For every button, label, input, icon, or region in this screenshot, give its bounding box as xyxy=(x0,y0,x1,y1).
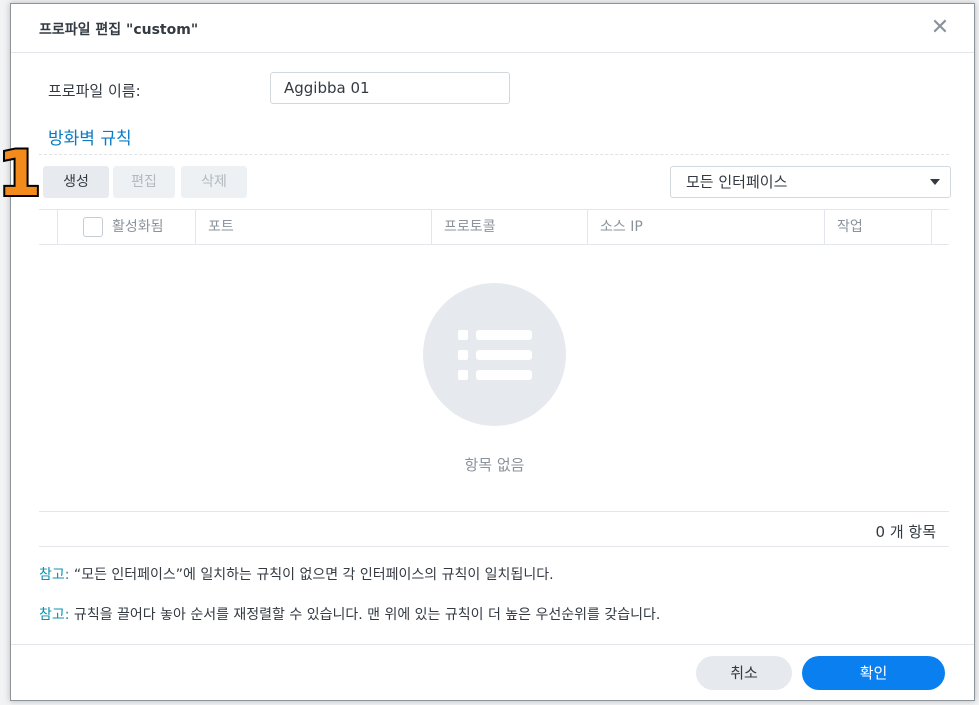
column-enabled-label: 활성화됨 xyxy=(112,219,164,235)
dialog-title: 프로파일 편집 "custom" xyxy=(39,22,199,38)
column-protocol[interactable]: 프로토콜 xyxy=(431,210,587,244)
select-all-checkbox[interactable] xyxy=(83,217,103,237)
column-source-ip[interactable]: 소스 IP xyxy=(587,210,824,244)
count-divider xyxy=(39,546,949,547)
item-count: 0 개 항목 xyxy=(875,523,936,541)
ok-button[interactable]: 확인 xyxy=(802,656,945,690)
empty-state-text: 항목 없음 xyxy=(464,456,525,474)
interface-select[interactable]: 모든 인터페이스 xyxy=(670,166,951,198)
note-interfaces: 참고: “모든 인터페이스”에 일치하는 규칙이 없으면 각 인터페이스의 규칙… xyxy=(39,564,554,584)
edit-profile-dialog: 프로파일 편집 "custom" ✕ 프로파일 이름: 방화벽 규칙 생성 편집… xyxy=(10,3,975,701)
create-button[interactable]: 생성 xyxy=(43,166,109,198)
list-icon xyxy=(423,283,566,426)
rules-table-header: 활성화됨 포트 프로토콜 소스 IP 작업 xyxy=(39,209,949,245)
table-footer-divider xyxy=(39,511,949,512)
chevron-down-icon xyxy=(930,179,940,185)
delete-button[interactable]: 삭제 xyxy=(181,166,247,198)
dialog-titlebar: 프로파일 편집 "custom" ✕ xyxy=(11,4,974,53)
column-port[interactable]: 포트 xyxy=(195,210,431,244)
note-prefix: 참고: xyxy=(39,607,70,623)
note-reorder: 참고: 규칙을 끌어다 놓아 순서를 재정렬할 수 있습니다. 맨 위에 있는 … xyxy=(39,604,660,624)
cancel-button[interactable]: 취소 xyxy=(696,656,792,690)
section-divider xyxy=(39,154,949,155)
annotation-step-number: 1 xyxy=(0,137,43,210)
column-action: 작업 xyxy=(824,210,932,244)
note-text: “모든 인터페이스”에 일치하는 규칙이 없으면 각 인터페이스의 규칙이 일치… xyxy=(69,567,554,583)
firewall-rules-title: 방화벽 규칙 xyxy=(48,129,132,149)
footer-divider xyxy=(11,644,974,645)
edit-button[interactable]: 편집 xyxy=(113,166,175,198)
interface-select-value: 모든 인터페이스 xyxy=(686,173,788,191)
close-icon[interactable]: ✕ xyxy=(928,16,952,40)
screen: 프로파일 편집 "custom" ✕ 프로파일 이름: 방화벽 규칙 생성 편집… xyxy=(0,0,979,705)
note-text: 규칙을 끌어다 놓아 순서를 재정렬할 수 있습니다. 맨 위에 있는 규칙이 … xyxy=(69,607,661,623)
column-enabled: 활성화됨 xyxy=(57,210,195,244)
profile-name-input[interactable] xyxy=(270,72,510,104)
profile-name-label: 프로파일 이름: xyxy=(48,82,141,100)
note-prefix: 참고: xyxy=(39,567,70,583)
